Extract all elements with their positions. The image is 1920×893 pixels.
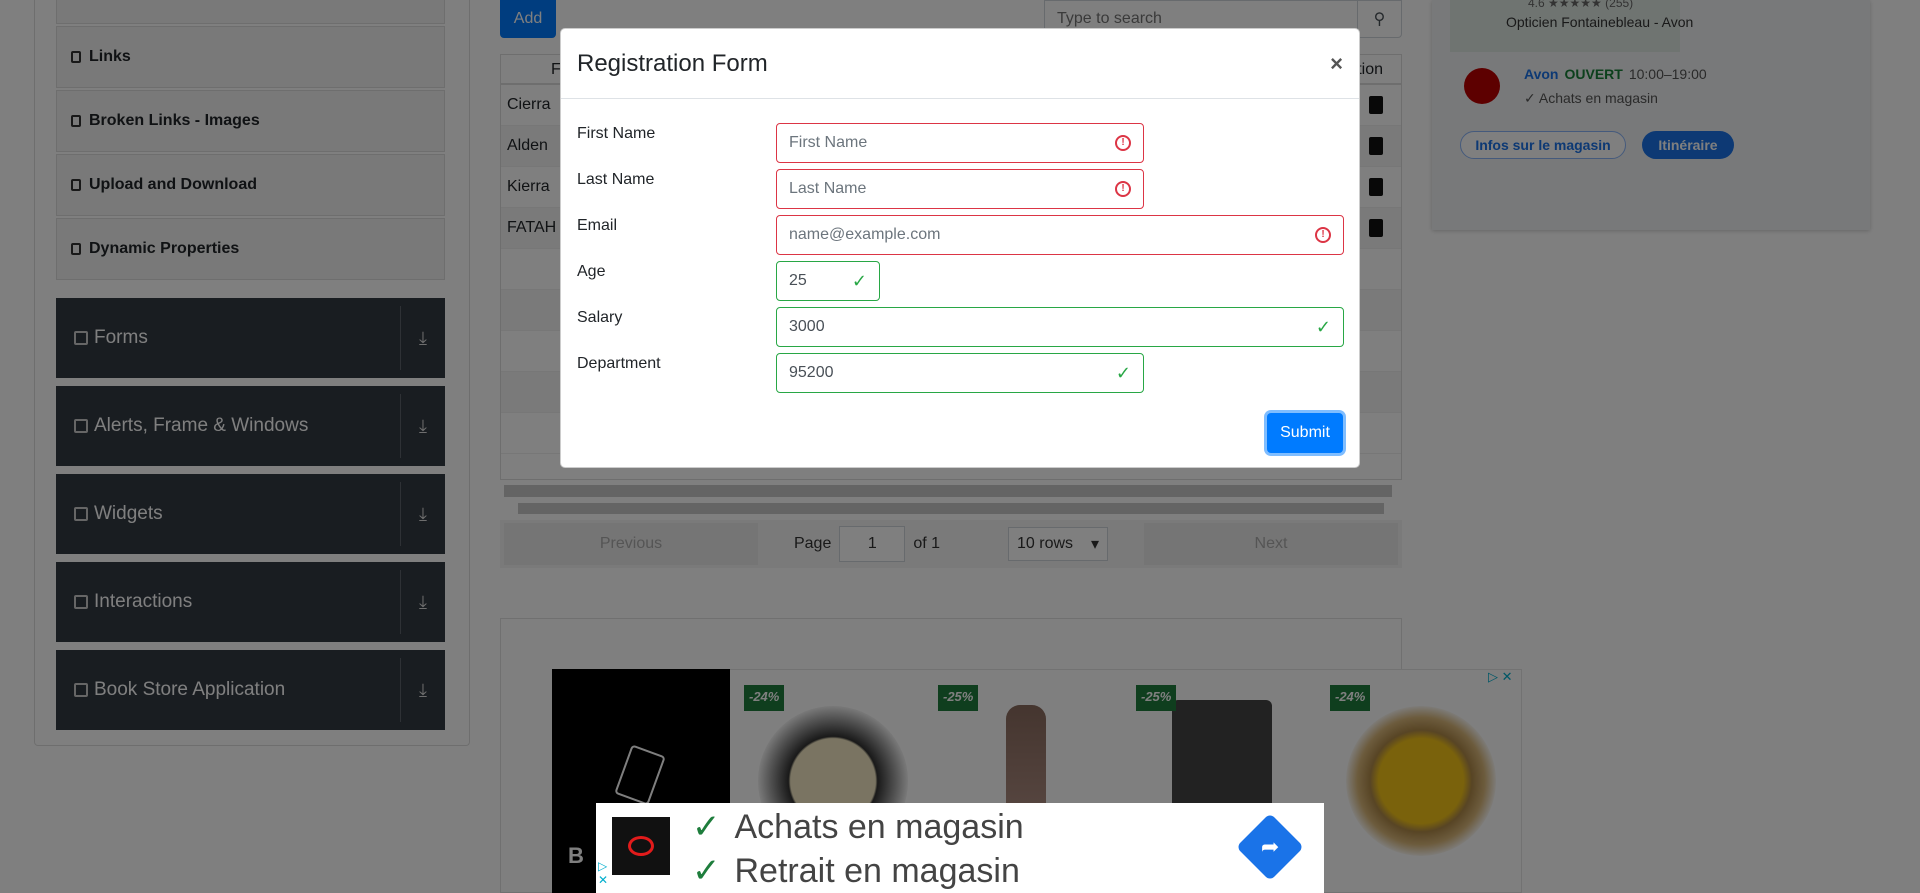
error-icon: ! <box>1115 135 1131 151</box>
bottom-ad-banner[interactable]: ✓ Achats en magasin ✓ Retrait en magasin ➦… <box>596 803 1324 893</box>
last-name-field: ! <box>776 169 1144 209</box>
check-icon: ✓ <box>1115 362 1131 383</box>
age-label: Age <box>577 263 606 280</box>
modal-header: Registration Form × <box>561 29 1359 99</box>
first-name-input[interactable] <box>789 134 1115 152</box>
last-name-row: Last Name ! <box>577 169 1347 209</box>
age-field: ✓ <box>776 261 880 301</box>
first-name-row: First Name ! <box>577 123 1347 163</box>
salary-row: Salary ✓ <box>577 307 1347 347</box>
department-field: ✓ <box>776 353 1144 393</box>
last-name-label: Last Name <box>577 171 655 188</box>
last-name-input[interactable] <box>789 180 1115 198</box>
first-name-label: First Name <box>577 125 656 142</box>
check-icon: ✓ <box>1315 316 1331 337</box>
department-row: Department ✓ <box>577 353 1347 393</box>
submit-button[interactable]: Submit <box>1267 413 1343 453</box>
modal-title: Registration Form <box>577 49 768 77</box>
salary-input[interactable] <box>789 318 1316 336</box>
email-row: Email ! <box>577 215 1347 255</box>
email-field: ! <box>776 215 1344 255</box>
error-icon: ! <box>1315 227 1331 243</box>
email-label: Email <box>577 217 618 234</box>
salary-field: ✓ <box>776 307 1344 347</box>
check-icon: ✓ <box>692 852 721 890</box>
optical-center-logo <box>612 817 670 875</box>
email-input[interactable] <box>789 226 1315 244</box>
age-row: Age ✓ <box>577 261 1347 301</box>
directions-icon[interactable]: ➦ <box>1236 813 1304 881</box>
ad-choices-icon[interactable]: ▷ ✕ <box>598 859 608 887</box>
check-icon: ✓ <box>692 808 721 846</box>
error-icon: ! <box>1115 181 1131 197</box>
department-label: Department <box>577 355 661 372</box>
department-input[interactable] <box>789 364 1116 382</box>
check-icon: ✓ <box>851 270 867 291</box>
close-icon[interactable]: × <box>1330 51 1343 77</box>
age-input[interactable] <box>789 272 852 290</box>
registration-modal: Registration Form × First Name ! Last Na… <box>560 28 1360 468</box>
salary-label: Salary <box>577 309 623 326</box>
first-name-field: ! <box>776 123 1144 163</box>
